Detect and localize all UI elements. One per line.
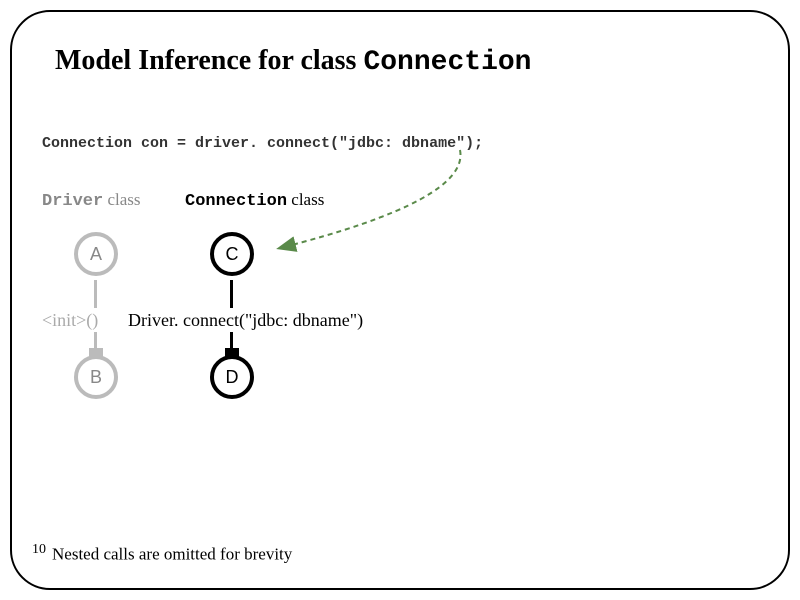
footnote: 10 Nested calls are omitted for brevity [32, 542, 292, 565]
driver-suffix: class [103, 190, 140, 209]
node-a: A [74, 232, 118, 276]
connection-mono: Connection [185, 192, 287, 211]
footnote-text: Nested calls are omitted for brevity [52, 545, 292, 564]
edge-label-driverconnect: Driver. connect("jdbc: dbname") [128, 310, 363, 331]
node-c: C [210, 232, 254, 276]
slide-border [10, 10, 790, 590]
footnote-num: 10 [32, 542, 46, 557]
arrow-c-d-head-icon [225, 348, 239, 358]
title-mono: Connection [363, 47, 531, 78]
column-label-driver: Driver class [42, 190, 141, 211]
arrow-a-b-head-icon [89, 348, 103, 358]
arrow-c-d-upper [230, 280, 233, 308]
arrow-a-b-upper [94, 280, 97, 308]
node-b: B [74, 355, 118, 399]
connection-suffix: class [287, 190, 324, 209]
code-example: Connection con = driver. connect("jdbc: … [42, 135, 483, 152]
edge-label-init: <init>() [42, 310, 98, 331]
page-title: Model Inference for class Connection [55, 45, 531, 78]
column-label-connection: Connection class [185, 190, 324, 211]
driver-mono: Driver [42, 192, 103, 211]
title-prefix: Model Inference for class [55, 45, 363, 76]
node-d: D [210, 355, 254, 399]
